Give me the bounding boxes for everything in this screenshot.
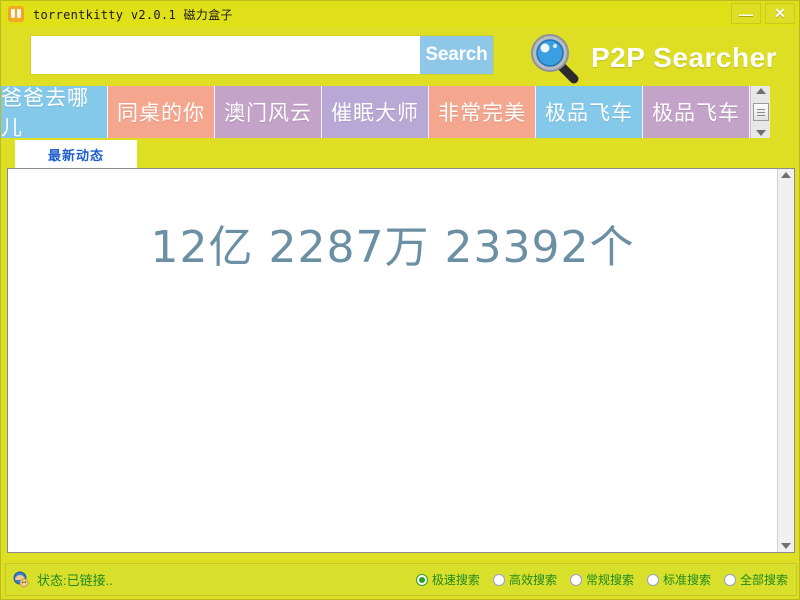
scroll-down-arrow-icon[interactable]	[755, 130, 766, 136]
movie-tab-label: 同桌的你	[117, 102, 205, 125]
radio-search-mode[interactable]: 高效搜索	[492, 571, 557, 588]
scroll-down-arrow-icon[interactable]	[781, 543, 791, 549]
search-box: Search	[31, 36, 493, 74]
search-input[interactable]	[31, 36, 420, 74]
search-mode-radio-group: 极速搜索 高效搜索 常规搜索 标准搜索 全部搜索	[415, 571, 788, 588]
movie-tab[interactable]: 同桌的你	[108, 86, 215, 138]
radio-label: 标准搜索	[662, 573, 711, 587]
movie-tab[interactable]: 极品飞车	[643, 86, 750, 138]
radio-label: 极速搜索	[431, 573, 480, 587]
brand-logo: P2P Searcher	[529, 32, 777, 84]
movie-tab-strip: 爸爸去哪儿 同桌的你 澳门风云 催眠大师 非常完美 极品飞车 极品飞车	[1, 86, 799, 140]
status-connected-icon	[13, 571, 29, 587]
movie-tab[interactable]: 催眠大师	[322, 86, 429, 138]
movie-tab-label: 澳门风云	[224, 102, 312, 125]
movie-tab[interactable]: 极品飞车	[536, 86, 643, 138]
search-bar: Search P2P Searcher	[1, 27, 799, 84]
radio-dot-icon	[415, 573, 428, 586]
scroll-up-arrow-icon[interactable]	[755, 88, 766, 94]
radio-dot-icon	[569, 573, 582, 586]
radio-search-mode[interactable]: 全部搜索	[723, 571, 788, 588]
radio-search-mode[interactable]: 常规搜索	[569, 571, 634, 588]
tab-strip-scrollbar[interactable]	[750, 86, 770, 138]
brand-title: P2P Searcher	[591, 42, 778, 73]
resource-count: 12亿 2287万 23392个	[150, 222, 635, 273]
radio-label: 常规搜索	[585, 573, 634, 587]
radio-dot-icon	[492, 573, 505, 586]
movie-tab[interactable]: 澳门风云	[215, 86, 322, 138]
scroll-up-arrow-icon[interactable]	[781, 172, 791, 178]
search-button[interactable]: Search	[420, 36, 493, 74]
movie-tab-label: 极品飞车	[652, 102, 740, 125]
sub-tab-bar: 最新动态	[15, 140, 137, 168]
movie-tab-label: 催眠大师	[331, 102, 419, 125]
tab-latest-updates[interactable]: 最新动态	[15, 140, 137, 168]
content-body: 12亿 2287万 23392个	[8, 169, 777, 552]
magnifier-icon	[531, 34, 579, 84]
cat-icon	[8, 6, 24, 22]
radio-dot-icon	[723, 573, 736, 586]
movie-tab-label: 非常完美	[438, 102, 526, 125]
radio-label: 高效搜索	[508, 573, 557, 587]
movie-tab[interactable]: 非常完美	[429, 86, 536, 138]
movie-tab-label: 爸爸去哪儿	[1, 87, 89, 140]
radio-dot-icon	[646, 573, 659, 586]
title-bar: torrentkitty v2.0.1 磁力盒子 — ✕	[1, 1, 799, 27]
minimize-button[interactable]: —	[731, 3, 761, 24]
content-scrollbar[interactable]	[777, 169, 794, 552]
status-bar: 状态:已链接.. 极速搜索 高效搜索 常规搜索 标准搜索 全部搜索	[5, 563, 797, 596]
close-button[interactable]: ✕	[765, 3, 795, 24]
status-text: 状态:已链接..	[37, 573, 113, 588]
window-title: torrentkitty v2.0.1 磁力盒子	[33, 7, 233, 22]
radio-label: 全部搜索	[739, 573, 788, 587]
content-panel: 12亿 2287万 23392个	[7, 168, 795, 553]
scrollbar-thumb[interactable]	[752, 103, 769, 121]
application-window: torrentkitty v2.0.1 磁力盒子 — ✕ Search P2P …	[0, 0, 800, 600]
movie-tab-label: 极品飞车	[545, 102, 633, 125]
movie-tab[interactable]: 爸爸去哪儿	[1, 86, 108, 140]
radio-search-mode[interactable]: 标准搜索	[646, 571, 711, 588]
radio-search-mode[interactable]: 极速搜索	[415, 571, 480, 588]
